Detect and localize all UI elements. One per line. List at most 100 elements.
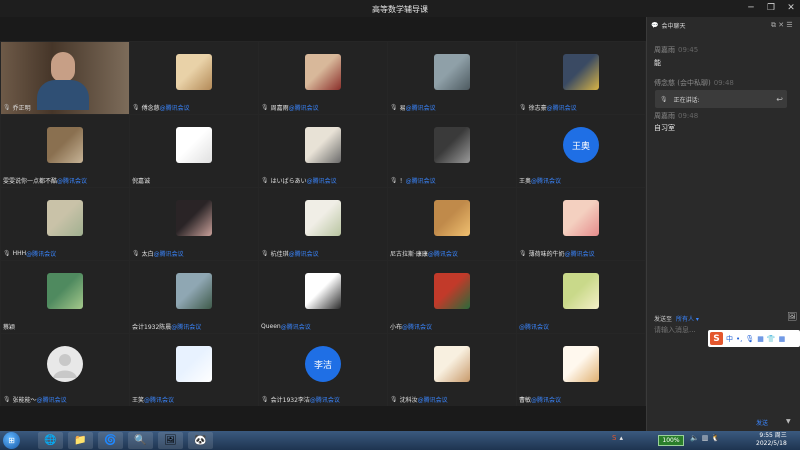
- participant-tile[interactable]: 🎙 沈科汝 @腾讯会议: [388, 334, 516, 406]
- participant-label: 🎙 张能能～ @腾讯会议: [3, 395, 67, 404]
- ime-skin-icon[interactable]: 👕: [767, 335, 776, 343]
- participant-label: 王笑 @腾讯会议: [132, 395, 174, 404]
- ime-keyboard-icon[interactable]: ▦: [757, 335, 764, 343]
- participant-label: 倪嘉诚: [132, 176, 150, 185]
- participant-tile[interactable]: 王笑 @腾讯会议: [130, 334, 258, 406]
- mic-icon: 🎙: [519, 104, 527, 111]
- participant-label: 雯雯说你一点都不酷 @腾讯会议: [3, 176, 87, 185]
- image-icon[interactable]: 🖼: [787, 312, 797, 321]
- participant-tile[interactable]: @腾讯会议: [517, 261, 645, 333]
- meeting-window: 高等数学辅导课 ─ ❐ ✕ 🎙 乔正明 🎙 傅念慈 @腾讯会议 🎙 周嘉雨 @腾讯会议 🎙 易 @腾…: [0, 0, 800, 450]
- ime-mic-icon[interactable]: 🎙: [745, 335, 754, 343]
- participant-source: @腾讯会议: [144, 397, 175, 404]
- participant-label: 🎙 薄荷味的牛奶 @腾讯会议: [519, 249, 595, 258]
- participant-tile[interactable]: 🎙！ @腾讯会议: [388, 115, 516, 187]
- participant-tile[interactable]: 🎙 杭佳琪 @腾讯会议: [259, 188, 387, 260]
- participant-tile[interactable]: 小布 @腾讯会议: [388, 261, 516, 333]
- close-icon[interactable]: ✕: [782, 2, 800, 14]
- participant-tile[interactable]: 🎙 周嘉雨 @腾讯会议: [259, 42, 387, 114]
- chat-header-icons[interactable]: ⧉ ✕ ☰: [771, 21, 793, 30]
- tray-ime-icon[interactable]: S: [612, 434, 616, 442]
- participant-name: 会计1932陈晨: [132, 324, 172, 331]
- ime-item[interactable]: •,: [736, 335, 742, 343]
- participant-tile[interactable]: 王奥 王奥 @腾讯会议: [517, 115, 645, 187]
- participant-tile[interactable]: 🎙 HHH @腾讯会议: [1, 188, 129, 260]
- participant-tile[interactable]: 🎙 薄荷味的牛奶 @腾讯会议: [517, 188, 645, 260]
- ime-toolbar[interactable]: S 中 •, 🎙 ▦ 👕 ▦: [708, 330, 800, 347]
- participant-name: 张能能～: [12, 397, 37, 404]
- send-to-row: 发送至 所有人 ▾: [654, 314, 699, 323]
- participant-source: @腾讯会议: [26, 251, 57, 258]
- participant-label: 🎙 会计1932李洁 @腾讯会议: [261, 395, 340, 404]
- participant-tile[interactable]: 雯雯说你一点都不酷 @腾讯会议: [1, 115, 129, 187]
- folder-icon[interactable]: 📁: [68, 432, 93, 449]
- participant-avatar: [434, 200, 470, 236]
- chat-input[interactable]: [654, 324, 714, 336]
- participant-tile[interactable]: 🎙 傅念慈 @腾讯会议: [130, 42, 258, 114]
- participant-name: 会计1932李洁: [270, 397, 310, 404]
- participant-tile[interactable]: 曹敏 @腾讯会议: [517, 334, 645, 406]
- participant-name: 杭佳琪: [270, 251, 289, 258]
- tray-arrow-icon[interactable]: ▴: [619, 434, 623, 442]
- minimize-icon[interactable]: ─: [742, 2, 760, 14]
- network-icon[interactable]: ▥: [702, 434, 709, 442]
- sogou-logo-icon[interactable]: S: [710, 332, 723, 345]
- reply-icon[interactable]: ↩: [776, 95, 783, 104]
- participant-tile[interactable]: 🎙 易 @腾讯会议: [388, 42, 516, 114]
- system-tray[interactable]: S ▴: [612, 434, 623, 442]
- participant-tile[interactable]: 🎙 太白 @腾讯会议: [130, 188, 258, 260]
- participant-source: @腾讯会议: [36, 397, 67, 404]
- participant-source: @腾讯会议: [159, 105, 190, 112]
- message-tag: (会中私聊): [677, 79, 711, 87]
- chat-message-meta: 傅念慈 (会中私聊) 09:48: [654, 78, 734, 88]
- participant-avatar: [305, 200, 341, 236]
- participant-tile[interactable]: 🎙 徐志豪 @腾讯会议: [517, 42, 645, 114]
- participant-tile[interactable]: 🎙 乔正明: [1, 42, 129, 114]
- participant-avatar: [434, 54, 470, 90]
- participant-tile[interactable]: 倪嘉诚: [130, 115, 258, 187]
- restore-icon[interactable]: ❐: [762, 2, 780, 14]
- ime-item[interactable]: 中: [726, 334, 733, 344]
- participant-avatar: [305, 54, 341, 90]
- participant-label: @腾讯会议: [519, 322, 549, 331]
- participant-tile[interactable]: 🎙 はいばらあい @腾讯会议: [259, 115, 387, 187]
- participant-tile[interactable]: 尼古拉斯·康康 @腾讯会议: [388, 188, 516, 260]
- battery-indicator[interactable]: 100%: [658, 435, 684, 446]
- window-title: 高等数学辅导课: [372, 5, 428, 14]
- participant-avatar: [47, 273, 83, 309]
- message-sender: 傅念慈: [654, 79, 675, 87]
- start-button[interactable]: ⊞: [3, 432, 20, 449]
- message-time: 09:48: [678, 112, 699, 120]
- clock[interactable]: 9:55 周三 2022/5/18: [756, 432, 787, 448]
- participant-label: 🎙 周嘉雨 @腾讯会议: [261, 103, 319, 112]
- windows-logo-icon: ⊞: [8, 436, 15, 445]
- send-button[interactable]: 发送: [756, 418, 768, 427]
- message-sender: 周嘉雨: [654, 112, 675, 120]
- game-app-icon[interactable]: 🐼: [188, 432, 213, 449]
- mic-icon: 🎙: [390, 177, 398, 184]
- participant-label: 🎙 易 @腾讯会议: [390, 103, 436, 112]
- participant-tile[interactable]: 蔡颖: [1, 261, 129, 333]
- participant-avatar: [434, 346, 470, 382]
- tray-icons[interactable]: 🔈 ▥ 🐧: [690, 434, 720, 442]
- ie-icon[interactable]: 🌐: [38, 432, 63, 449]
- participant-tile[interactable]: Queen @腾讯会议: [259, 261, 387, 333]
- participant-name: 雯雯说你一点都不酷: [3, 178, 58, 185]
- participant-label: 小布 @腾讯会议: [390, 322, 432, 331]
- browser-icon[interactable]: 🌀: [98, 432, 123, 449]
- search-app-icon[interactable]: 🔍: [128, 432, 153, 449]
- participant-source: @腾讯会议: [280, 324, 311, 331]
- participant-tile[interactable]: 🎙 张能能～ @腾讯会议: [1, 334, 129, 406]
- participant-source: @腾讯会议: [288, 251, 319, 258]
- participant-tile[interactable]: 李洁 🎙 会计1932李洁 @腾讯会议: [259, 334, 387, 406]
- ime-grid-icon[interactable]: ▦: [779, 335, 786, 343]
- meeting-app-icon[interactable]: 🖼: [158, 432, 183, 449]
- qq-icon[interactable]: 🐧: [711, 434, 720, 442]
- send-to-select[interactable]: 所有人 ▾: [676, 316, 699, 323]
- send-options-icon[interactable]: ▼: [786, 418, 791, 425]
- mic-icon: 🎙: [261, 104, 269, 111]
- volume-icon[interactable]: 🔈: [690, 434, 699, 442]
- participant-source: @腾讯会议: [402, 324, 433, 331]
- participant-tile[interactable]: 会计1932陈晨 @腾讯会议: [130, 261, 258, 333]
- mic-icon: 🎙: [3, 250, 11, 257]
